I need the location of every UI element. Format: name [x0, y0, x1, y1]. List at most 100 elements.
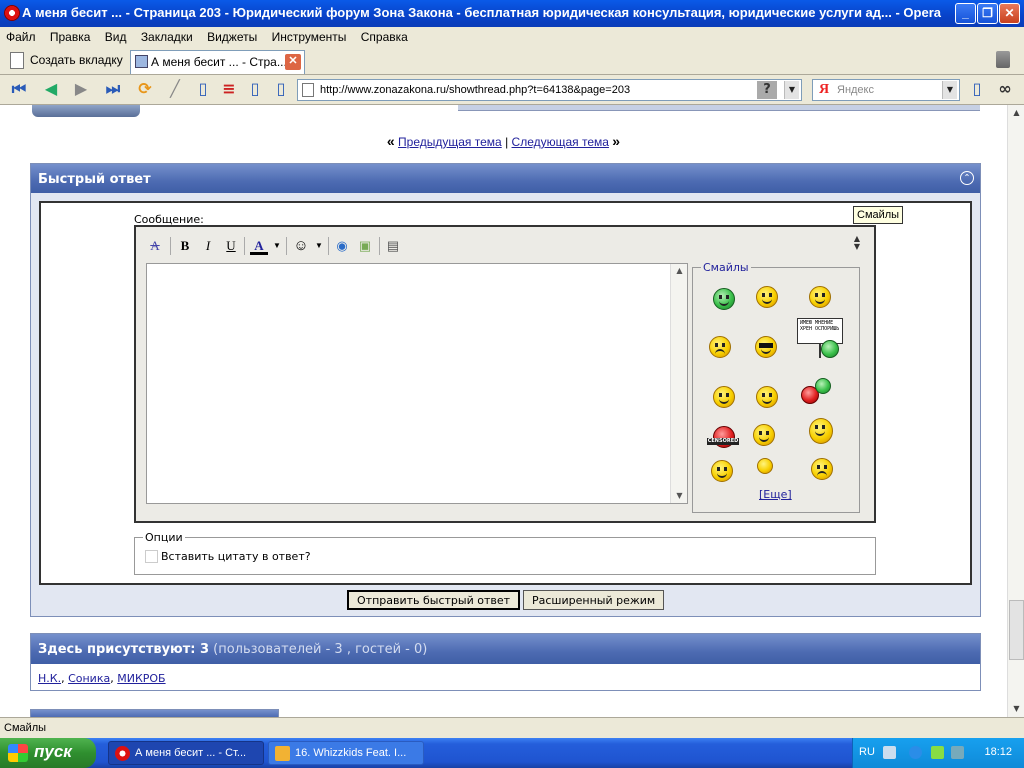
- insert-link-icon[interactable]: ◉: [333, 237, 351, 255]
- taskbar-item-opera[interactable]: А меня бесит ... - Ст...: [108, 741, 264, 765]
- smiley-wave-icon[interactable]: [753, 424, 775, 446]
- advanced-mode-button[interactable]: Расширенный режим: [523, 590, 665, 610]
- menu-view[interactable]: Вид: [99, 27, 132, 44]
- page-scroll-up-icon[interactable]: ▲: [1009, 105, 1024, 121]
- wand-icon[interactable]: ≡: [218, 81, 240, 99]
- fast-forward-icon[interactable]: ⏭: [102, 81, 124, 99]
- system-tray: RU 18:12: [852, 738, 1024, 768]
- reply-button-fragment[interactable]: [32, 105, 140, 117]
- maximize-button[interactable]: ❐: [977, 3, 998, 24]
- help-icon[interactable]: ?: [757, 81, 777, 99]
- reload-icon[interactable]: ⟳: [134, 81, 156, 99]
- smiley-green-small-icon[interactable]: [815, 378, 831, 394]
- user-link[interactable]: Соника: [68, 672, 110, 685]
- rewind-icon[interactable]: ⏮: [8, 81, 30, 99]
- smiley-green-grin-icon[interactable]: [821, 340, 839, 358]
- taskbar-item-player[interactable]: 16. Whizzkids Feat. I...: [268, 741, 424, 765]
- notes-icon[interactable]: ▯: [270, 81, 292, 99]
- menu-widgets[interactable]: Виджеты: [201, 27, 262, 44]
- page-icon[interactable]: ▯: [192, 81, 214, 99]
- textarea-scrollbar[interactable]: ▲ ▼: [670, 264, 687, 503]
- bookmark-icon[interactable]: ▯: [244, 81, 266, 99]
- network-icon[interactable]: [951, 746, 964, 759]
- smilies-tooltip: Смайлы: [853, 206, 904, 224]
- language-indicator[interactable]: RU: [859, 746, 875, 758]
- back-icon[interactable]: ◀: [40, 81, 62, 99]
- tab-active[interactable]: А меня бесит ... - Стра... ✕: [130, 50, 305, 74]
- url-text[interactable]: http://www.zonazakona.ru/showthread.php?…: [320, 84, 630, 96]
- search-placeholder: Яндекс: [837, 84, 874, 96]
- scroll-up-icon[interactable]: ▲: [672, 264, 687, 278]
- address-dropdown-icon[interactable]: ▼: [784, 81, 799, 99]
- submit-quick-reply-button[interactable]: Отправить быстрый ответ: [347, 590, 521, 610]
- insert-quote-icon[interactable]: ▤: [384, 237, 402, 255]
- search-field[interactable]: Я Яндекс ▼: [812, 79, 960, 101]
- menu-edit[interactable]: Правка: [44, 27, 96, 44]
- user-link[interactable]: Н.К.: [38, 672, 61, 685]
- options-legend: Опции: [143, 531, 185, 544]
- smiley-shout-icon[interactable]: [756, 286, 778, 308]
- taskbar: пуск А меня бесит ... - Ст... 16. Whizzk…: [0, 738, 1024, 768]
- windows-logo-icon: [8, 744, 28, 762]
- page-scroll-thumb[interactable]: [1009, 600, 1024, 660]
- smiley-think-icon[interactable]: [757, 458, 773, 474]
- minimize-button[interactable]: _: [955, 3, 976, 24]
- smiley-cool-icon[interactable]: [755, 336, 777, 358]
- prev-thread-link[interactable]: Предыдущая тема: [398, 135, 502, 149]
- font-color-dropdown-icon[interactable]: ▼: [268, 237, 286, 255]
- volume-icon[interactable]: [883, 746, 896, 759]
- remove-format-icon[interactable]: A: [146, 237, 164, 255]
- censored-label: CENSORED: [707, 438, 739, 445]
- font-color-button[interactable]: A: [250, 237, 268, 255]
- smiley-cowboy-icon[interactable]: [711, 460, 733, 482]
- more-smilies-link[interactable]: [Еще]: [759, 488, 792, 501]
- menu-bookmarks[interactable]: Закладки: [135, 27, 198, 44]
- tray-arrow-icon[interactable]: [909, 746, 922, 759]
- edit-icon[interactable]: ╱: [164, 81, 186, 99]
- smiley-angry-icon[interactable]: [709, 336, 731, 358]
- forward-icon[interactable]: ▶: [70, 81, 92, 99]
- resize-editor-icon[interactable]: ▲ ▼: [854, 235, 860, 251]
- next-panel-fragment: [30, 709, 279, 717]
- smiley-rock-icon[interactable]: [809, 418, 833, 444]
- search-dropdown-icon[interactable]: ▼: [942, 81, 957, 99]
- smiley-dropdown-icon[interactable]: ▼: [310, 237, 328, 255]
- panel-icon[interactable]: ▯: [966, 81, 988, 99]
- site-icon: [302, 83, 314, 97]
- bold-button[interactable]: B: [176, 237, 194, 255]
- collapse-icon[interactable]: ⌃: [960, 171, 974, 185]
- start-button[interactable]: пуск: [0, 738, 96, 768]
- trash-icon[interactable]: [996, 51, 1010, 68]
- tab-active-label: А меня бесит ... - Стра...: [151, 55, 287, 69]
- next-thread-link[interactable]: Следующая тема: [512, 135, 609, 149]
- menu-help[interactable]: Справка: [355, 27, 413, 44]
- insert-image-icon[interactable]: ▣: [356, 237, 374, 255]
- page-scrollbar[interactable]: ▲ ▼: [1007, 105, 1024, 717]
- smiley-surprised-icon[interactable]: [713, 386, 735, 408]
- address-field[interactable]: http://www.zonazakona.ru/showthread.php?…: [297, 79, 802, 101]
- tray-green-icon[interactable]: [931, 746, 944, 759]
- glasses-icon[interactable]: ∞: [994, 81, 1016, 99]
- user-link[interactable]: МИКРОБ: [117, 672, 165, 685]
- taskbar-item-label: 16. Whizzkids Feat. I...: [295, 747, 407, 759]
- smiley-sad-icon[interactable]: [811, 458, 833, 480]
- quote-checkbox-label[interactable]: Вставить цитату в ответ?: [161, 550, 311, 563]
- quote-checkbox[interactable]: [145, 550, 158, 563]
- opera-logo-icon: [4, 5, 20, 21]
- smiley-smile-icon[interactable]: [809, 286, 831, 308]
- italic-button[interactable]: I: [199, 237, 217, 255]
- scroll-down-icon[interactable]: ▼: [672, 489, 687, 503]
- smiley-menu-icon[interactable]: ☺: [292, 237, 310, 255]
- sign-smiley-icon[interactable]: ИМЕЮ МНЕНИЕ ХРЕН ОСПОРИШЬ: [797, 318, 843, 344]
- close-window-button[interactable]: ✕: [999, 3, 1020, 24]
- smiley-dance-icon[interactable]: [756, 386, 778, 408]
- smiley-grin-icon[interactable]: [713, 288, 735, 310]
- new-tab-button[interactable]: Создать вкладку: [4, 50, 129, 72]
- page-scroll-down-icon[interactable]: ▼: [1009, 701, 1024, 717]
- menu-file[interactable]: Файл: [0, 27, 41, 44]
- window-titlebar[interactable]: А меня бесит ... - Страница 203 - Юридич…: [0, 0, 1024, 27]
- underline-button[interactable]: U: [222, 237, 240, 255]
- message-textarea[interactable]: ▲ ▼: [146, 263, 688, 504]
- menu-tools[interactable]: Инструменты: [266, 27, 352, 44]
- tab-close-icon[interactable]: ✕: [285, 54, 301, 70]
